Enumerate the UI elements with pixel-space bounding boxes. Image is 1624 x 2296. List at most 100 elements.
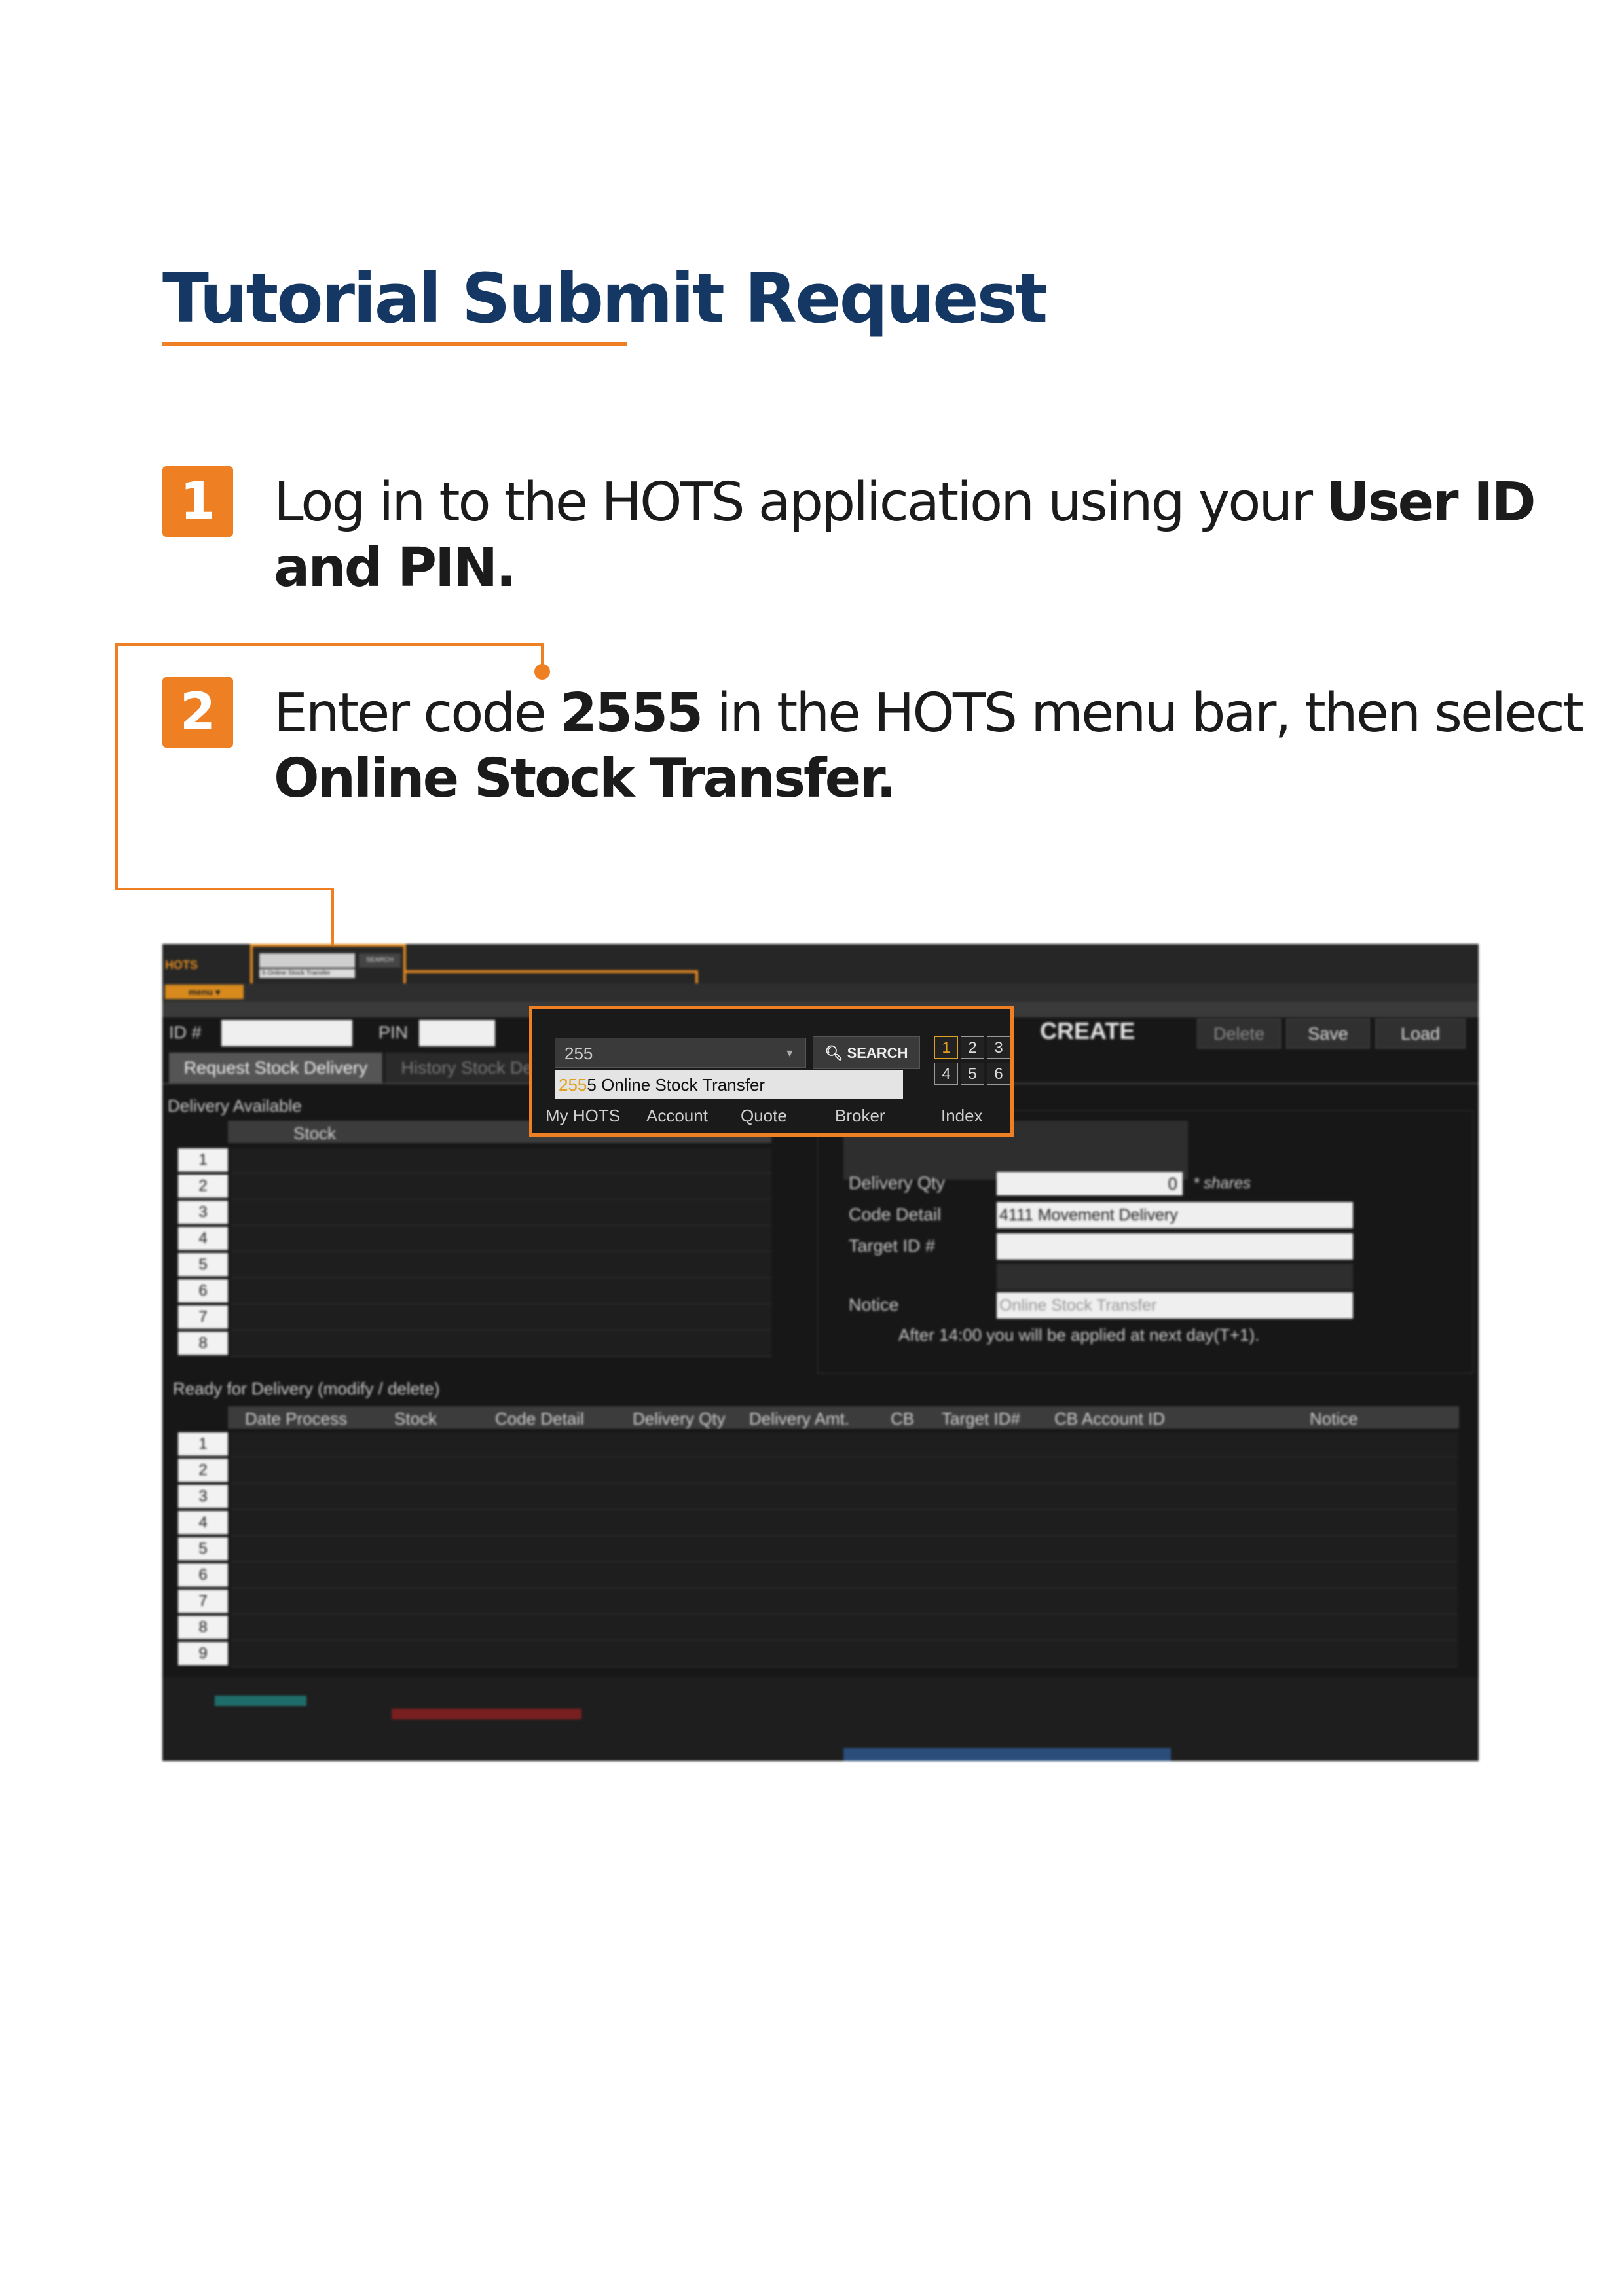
- row-number: 1: [178, 1432, 228, 1456]
- delivery-qty-input[interactable]: 0: [997, 1172, 1183, 1195]
- after-time-note: After 14:00 you will be applied at next …: [898, 1325, 1260, 1345]
- id-input[interactable]: [221, 1020, 352, 1046]
- code-detail-select[interactable]: 4111 Movement Delivery: [997, 1202, 1353, 1228]
- pin-input[interactable]: [419, 1020, 495, 1046]
- ticker-bar: [490, 1709, 581, 1719]
- menu-code-input[interactable]: 255: [555, 1038, 806, 1068]
- row-number: 2: [178, 1459, 228, 1482]
- row-number: 1: [178, 1148, 228, 1172]
- step-2-text-line2: Online Stock Transfer.: [274, 746, 896, 812]
- col-notice: Notice: [1310, 1409, 1358, 1429]
- save-button[interactable]: Save: [1286, 1019, 1370, 1049]
- nav-broker[interactable]: Broker: [835, 1106, 885, 1126]
- callout-line-down: [331, 888, 334, 947]
- app-menubar: [162, 983, 1479, 1002]
- row-number: 8: [178, 1616, 228, 1639]
- window-slot-6[interactable]: 6: [987, 1063, 1010, 1085]
- row-number: 7: [178, 1590, 228, 1613]
- nav-index[interactable]: Index: [941, 1106, 983, 1126]
- row-number: 4: [178, 1227, 228, 1250]
- step-2-text-bold-2: Online Stock Transfer.: [274, 748, 896, 810]
- stock-column-header: Stock: [293, 1123, 337, 1143]
- table-row[interactable]: [231, 1616, 1458, 1641]
- step-1-text-line2: and PIN.: [274, 536, 516, 601]
- table-row[interactable]: [231, 1511, 1458, 1537]
- id-label: ID #: [169, 1023, 202, 1042]
- window-slot-1[interactable]: 1: [934, 1036, 958, 1059]
- table-row[interactable]: [231, 1253, 771, 1279]
- col-stock: Stock: [394, 1409, 437, 1429]
- table-row[interactable]: [231, 1175, 771, 1200]
- pin-label: PIN: [378, 1023, 409, 1042]
- nav-account[interactable]: Account: [646, 1106, 708, 1126]
- search-zoom-callout: 255 ▼ 🔍︎ SEARCH 2555 Online Stock Transf…: [529, 1006, 1014, 1137]
- col-target-id: Target ID#: [942, 1409, 1020, 1429]
- window-slot-4[interactable]: 4: [934, 1063, 958, 1085]
- col-delivery-amt: Delivery Amt.: [749, 1409, 850, 1429]
- col-delivery-qty: Delivery Qty: [633, 1409, 726, 1429]
- table-row[interactable]: [231, 1537, 1458, 1563]
- row-number: 6: [178, 1563, 228, 1587]
- table-row[interactable]: [231, 1227, 771, 1252]
- search-button-label: SEARCH: [847, 1045, 908, 1061]
- step-1-text-plain: Log in to the HOTS application using you…: [274, 471, 1327, 534]
- table-row[interactable]: [231, 1590, 1458, 1615]
- delete-button[interactable]: Delete: [1197, 1019, 1281, 1049]
- row-number: 5: [178, 1537, 228, 1561]
- callout-line-top: [115, 643, 544, 646]
- tab-history-stock-delivery[interactable]: History Stock De: [385, 1053, 549, 1083]
- step-1-badge: 1: [162, 466, 233, 537]
- table-row[interactable]: [231, 1279, 771, 1305]
- table-row[interactable]: [231, 1485, 1458, 1510]
- window-slot-5[interactable]: 5: [961, 1063, 984, 1085]
- search-button[interactable]: 🔍︎ SEARCH: [813, 1036, 920, 1069]
- table-row[interactable]: [231, 1563, 1458, 1589]
- load-button[interactable]: Load: [1375, 1019, 1466, 1049]
- target-id-select[interactable]: [997, 1233, 1353, 1260]
- col-cb-account-id: CB Account ID: [1054, 1409, 1166, 1429]
- nav-my-hots[interactable]: My HOTS: [545, 1106, 620, 1126]
- step-2-text-rest: in the HOTS menu bar, then select: [701, 682, 1584, 744]
- row-number: 9: [178, 1642, 228, 1666]
- step-2-text: Enter code 2555 in the HOTS menu bar, th…: [274, 681, 1584, 746]
- table-row[interactable]: [231, 1642, 1458, 1667]
- row-number: 8: [178, 1332, 228, 1355]
- search-suggestion-online-stock-transfer[interactable]: 2555 Online Stock Transfer: [555, 1070, 903, 1099]
- window-slot-3[interactable]: 3: [987, 1036, 1010, 1059]
- ticker-bar: [215, 1696, 306, 1706]
- menu-button[interactable]: menu ▾: [165, 985, 244, 999]
- notice-input[interactable]: Online Stock Transfer: [997, 1292, 1353, 1319]
- suggestion-text: 5 Online Stock Transfer: [587, 1075, 766, 1095]
- target-id-detail: [997, 1264, 1353, 1290]
- target-id-label: Target ID #: [849, 1236, 936, 1256]
- table-row[interactable]: [231, 1201, 771, 1226]
- row-number: 3: [178, 1485, 228, 1508]
- code-detail-label: Code Detail: [849, 1205, 942, 1224]
- suggestion-highlight: 255: [559, 1075, 587, 1095]
- row-number: 5: [178, 1253, 228, 1277]
- notice-label: Notice: [849, 1295, 899, 1315]
- tab-request-stock-delivery[interactable]: Request Stock Delivery: [169, 1053, 382, 1083]
- taskbar: [843, 1748, 1171, 1761]
- table-row[interactable]: [231, 1432, 1458, 1458]
- col-date-process: Date Process: [245, 1409, 348, 1429]
- step-2-code: 2555: [559, 682, 703, 744]
- row-number: 6: [178, 1279, 228, 1303]
- ready-table-header: Date Process Stock Code Detail Delivery …: [228, 1406, 1459, 1429]
- table-row[interactable]: [231, 1148, 771, 1174]
- shares-note: * shares: [1193, 1175, 1251, 1192]
- search-icon: 🔍︎: [824, 1045, 847, 1061]
- table-row[interactable]: [231, 1459, 1458, 1484]
- callout-line-bottom: [115, 888, 334, 890]
- nav-quote[interactable]: Quote: [741, 1106, 787, 1126]
- status-bar: [162, 1677, 1479, 1761]
- row-number: 3: [178, 1201, 228, 1224]
- window-slot-2[interactable]: 2: [961, 1036, 984, 1059]
- row-number: 2: [178, 1175, 228, 1198]
- hots-logo: HOTS: [165, 958, 198, 972]
- callout-line-left: [115, 643, 118, 890]
- dropdown-caret-icon[interactable]: ▼: [784, 1048, 795, 1060]
- table-row[interactable]: [231, 1332, 771, 1357]
- table-row[interactable]: [231, 1305, 771, 1331]
- callout-dot: [534, 664, 550, 680]
